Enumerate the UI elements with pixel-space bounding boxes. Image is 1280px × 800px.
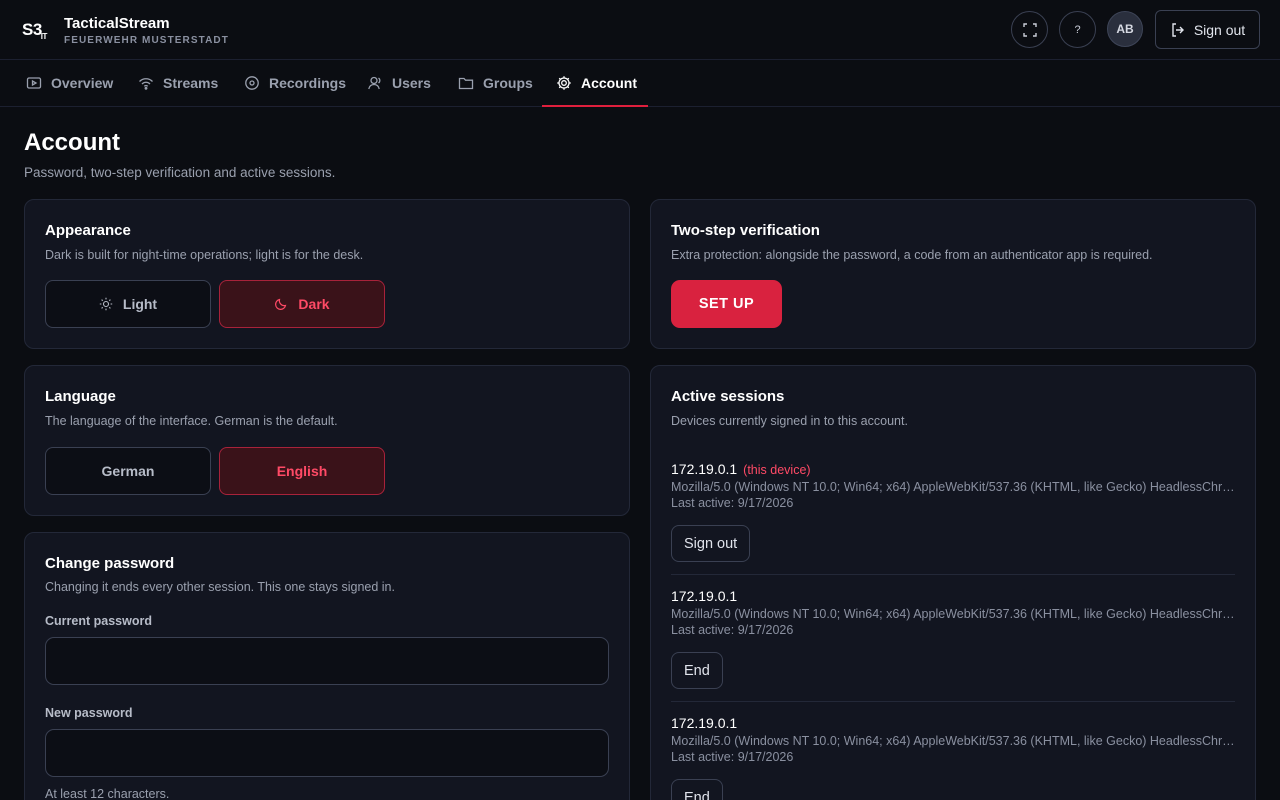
gear-icon [557, 76, 571, 90]
language-english-label: English [276, 463, 328, 479]
folder-icon [458, 77, 474, 90]
wifi-icon [139, 78, 153, 90]
tab-label: Recordings [269, 75, 347, 91]
two-step-desc: Extra protection: alongside the password… [671, 248, 1153, 262]
session-ip: 172.19.0.1 [671, 588, 738, 604]
session-ip-row: 172.19.0.1 (this device) [671, 461, 1235, 477]
record-icon [245, 76, 259, 90]
tab-groups[interactable]: Groups [458, 60, 533, 106]
language-card: Language The language of the interface. … [24, 365, 630, 516]
help-icon: ? [1074, 23, 1081, 36]
appearance-desc: Dark is built for night-time operations;… [45, 248, 364, 262]
fullscreen-icon [1022, 22, 1037, 37]
session-ip-row: 172.19.0.1 [671, 588, 1235, 604]
language-german-label: German [101, 463, 155, 479]
divider [671, 701, 1235, 702]
session-item: 172.19.0.1 Mozilla/5.0 (Windows NT 10.0;… [671, 715, 1235, 800]
fullscreen-button[interactable] [1011, 11, 1048, 48]
session-item: 172.19.0.1 (this device) Mozilla/5.0 (Win… [671, 461, 1235, 562]
language-german-button[interactable]: German [45, 447, 211, 495]
session-user-agent: Mozilla/5.0 (Windows NT 10.0; Win64; x64… [671, 607, 1235, 621]
language-desc: The language of the interface. German is… [45, 414, 338, 428]
set-up-button[interactable]: SET UP [671, 280, 782, 328]
moon-icon [275, 298, 287, 310]
sessions-title: Active sessions [671, 388, 785, 405]
page-subtitle: Password, two-step verification and acti… [24, 165, 336, 180]
play-icon [26, 77, 42, 89]
current-password-label: Current password [45, 614, 152, 628]
tab-label: Groups [483, 75, 533, 91]
logo-sub: IT [40, 32, 48, 41]
tab-overview[interactable]: Overview [26, 60, 113, 106]
tab-label: Streams [163, 75, 219, 91]
app-logo[interactable]: S3IT [22, 20, 48, 41]
new-password-label: New password [45, 706, 133, 720]
tab-streams[interactable]: Streams [138, 60, 218, 106]
language-title: Language [45, 388, 116, 405]
logo-main: S3 [22, 20, 42, 39]
session-sign-out-button[interactable]: Sign out [671, 525, 751, 562]
session-user-agent: Mozilla/5.0 (Windows NT 10.0; Win64; x64… [671, 480, 1235, 494]
top-bar: S3IT TacticalStream FEUERWEHR MUSTERSTAD… [0, 0, 1280, 60]
session-last-active: Last active: 9/17/2026 [671, 623, 794, 637]
app-title: TacticalStream [64, 15, 170, 32]
tab-users[interactable]: Users [367, 60, 431, 106]
divider [671, 574, 1235, 575]
theme-dark-label: Dark [298, 296, 330, 312]
current-password-field[interactable] [45, 637, 609, 685]
session-item: 172.19.0.1 Mozilla/5.0 (Windows NT 10.0;… [671, 588, 1235, 689]
appearance-title: Appearance [45, 222, 131, 239]
session-last-active: Last active: 9/17/2026 [671, 750, 794, 764]
tab-label: Account [581, 75, 637, 91]
tab-account[interactable]: Account [542, 60, 648, 107]
help-button[interactable]: ? [1059, 11, 1096, 48]
session-ip-row: 172.19.0.1 [671, 715, 1235, 731]
session-user-agent: Mozilla/5.0 (Windows NT 10.0; Win64; x64… [671, 734, 1235, 748]
sign-out-button[interactable]: Sign out [1155, 10, 1260, 49]
two-step-title: Two-step verification [671, 222, 820, 239]
session-end-button[interactable]: End [671, 652, 723, 689]
theme-light-button[interactable]: Light [45, 280, 211, 328]
sign-out-label: Sign out [1193, 21, 1246, 38]
active-sessions-card: Active sessions Devices currently signed… [650, 365, 1256, 800]
change-password-desc: Changing it ends every other session. Th… [45, 580, 395, 594]
tab-recordings[interactable]: Recordings [244, 60, 346, 106]
password-hint: At least 12 characters. [45, 787, 170, 800]
main-nav-tabs: Overview Streams Recordings Users Groups… [0, 60, 1280, 107]
session-end-button[interactable]: End [671, 779, 723, 800]
language-english-button[interactable]: English [219, 447, 385, 495]
theme-light-label: Light [122, 296, 158, 312]
page-title: Account [24, 129, 120, 156]
user-icon [368, 76, 381, 90]
sessions-desc: Devices currently signed in to this acco… [671, 414, 908, 428]
tab-label: Users [392, 75, 431, 91]
tab-label: Overview [51, 75, 114, 91]
appearance-card: Appearance Dark is built for night-time … [24, 199, 630, 349]
change-password-card: Change password Changing it ends every o… [24, 532, 630, 800]
avatar[interactable]: AB [1107, 11, 1143, 47]
org-name: FEUERWEHR MUSTERSTADT [64, 35, 229, 46]
two-step-card: Two-step verification Extra protection: … [650, 199, 1256, 349]
theme-dark-button[interactable]: Dark [219, 280, 385, 328]
this-device-tag: (this device) [743, 463, 811, 477]
session-ip: 172.19.0.1 [671, 715, 738, 731]
sign-out-icon [1172, 22, 1184, 37]
brand: TacticalStream FEUERWEHR MUSTERSTADT [64, 15, 229, 46]
session-ip: 172.19.0.1 [671, 461, 738, 477]
session-last-active: Last active: 9/17/2026 [671, 496, 794, 510]
sun-icon [99, 297, 113, 311]
new-password-field[interactable] [45, 729, 609, 777]
change-password-title: Change password [45, 555, 175, 572]
